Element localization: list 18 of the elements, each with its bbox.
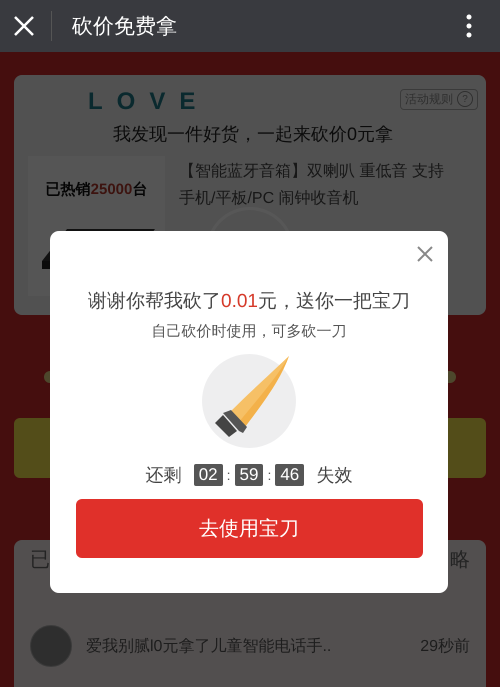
page-title: 砍价免费拿 (72, 14, 178, 40)
sword-icon (201, 353, 297, 449)
dialog-message: 谢谢你帮我砍了0.01元，送你一把宝刀 (88, 290, 410, 314)
countdown-digits: 02 (194, 464, 223, 486)
countdown-digits: 46 (275, 464, 304, 486)
more-icon[interactable] (466, 14, 472, 38)
use-sword-button[interactable]: 去使用宝刀 (76, 499, 422, 558)
countdown-label: 还剩 (146, 464, 182, 487)
avatar (30, 625, 72, 667)
headline: 我发现一件好货，一起来砍价0元拿 (112, 123, 394, 146)
dialog-subtitle: 自己砍价时使用，可多砍一刀 (152, 322, 346, 341)
logo-text: LOVE (88, 88, 210, 116)
countdown-separator: : (226, 467, 231, 483)
countdown-separator: : (267, 467, 272, 483)
countdown-label: 失效 (316, 464, 352, 487)
product-title: 【智能蓝牙音箱】双喇叭 重低音 支持手机/平板/PC 闹钟收音机 (179, 162, 445, 209)
sales-label: 已热销25000台 (46, 180, 148, 199)
countdown-digits: 59 (234, 464, 264, 486)
